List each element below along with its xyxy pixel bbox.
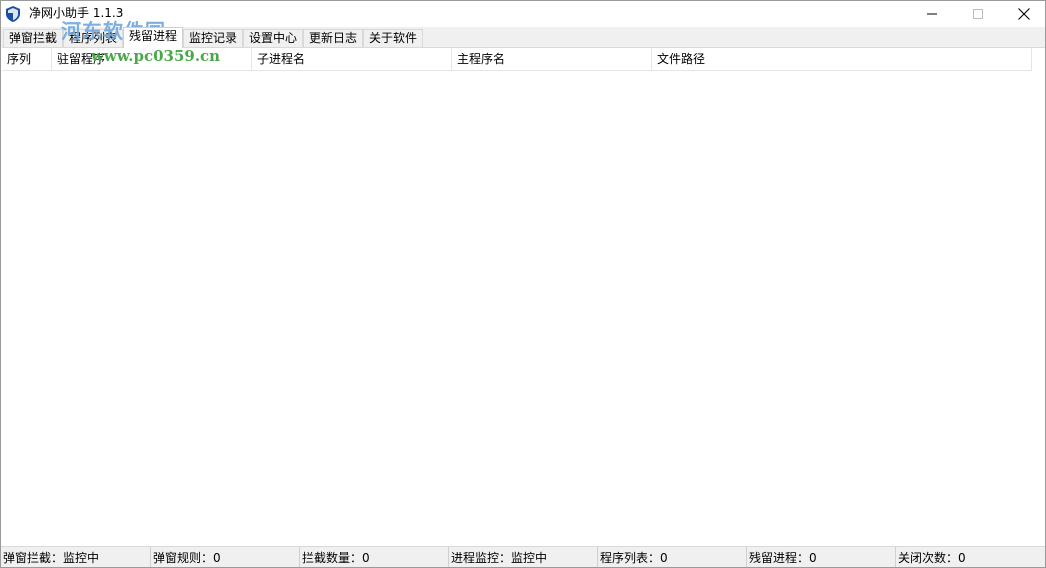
tab-residual-process[interactable]: 残留进程 bbox=[123, 27, 183, 48]
column-header-child-process[interactable]: 子进程名 bbox=[252, 48, 452, 71]
maximize-button[interactable] bbox=[955, 1, 1001, 27]
tab-monitor-log[interactable]: 监控记录 bbox=[183, 29, 243, 47]
status-process-monitor: 进程监控：监控中 bbox=[449, 547, 598, 567]
column-header-file-path[interactable]: 文件路径 bbox=[652, 48, 1032, 71]
close-button[interactable] bbox=[1001, 1, 1045, 27]
tab-strip: 弹窗拦截 程序列表 残留进程 监控记录 设置中心 更新日志 关于软件 bbox=[1, 27, 1045, 48]
status-popup-block: 弹窗拦截：监控中 bbox=[1, 547, 151, 567]
column-header-main-program[interactable]: 主程序名 bbox=[452, 48, 652, 71]
close-icon bbox=[1018, 8, 1030, 20]
status-block-count: 拦截数量：0 bbox=[300, 547, 449, 567]
tab-about[interactable]: 关于软件 bbox=[363, 29, 423, 47]
tab-changelog[interactable]: 更新日志 bbox=[303, 29, 363, 47]
app-window: 净网小助手 1.1.3 弹窗拦截 程序列表 残留进程 监控记录 设置中心 更新日… bbox=[0, 0, 1046, 568]
column-header-index[interactable]: 序列 bbox=[2, 48, 52, 71]
status-program-list: 程序列表：0 bbox=[598, 547, 747, 567]
minimize-button[interactable] bbox=[909, 1, 955, 27]
status-popup-rules: 弹窗规则：0 bbox=[151, 547, 300, 567]
status-bar: 弹窗拦截：监控中 弹窗规则：0 拦截数量：0 进程监控：监控中 程序列表：0 残… bbox=[1, 546, 1045, 567]
status-residual-process: 残留进程：0 bbox=[747, 547, 896, 567]
tab-popup-block[interactable]: 弹窗拦截 bbox=[3, 29, 63, 47]
shield-icon bbox=[6, 6, 20, 22]
maximize-icon bbox=[973, 9, 983, 19]
process-list-view[interactable]: 序列 驻留程序 子进程名 主程序名 文件路径 bbox=[2, 47, 1045, 545]
minimize-icon bbox=[927, 13, 937, 15]
status-close-count: 关闭次数：0 bbox=[898, 551, 966, 565]
tab-settings[interactable]: 设置中心 bbox=[243, 29, 303, 47]
watermark-url: www.pc0359.cn bbox=[91, 47, 221, 65]
